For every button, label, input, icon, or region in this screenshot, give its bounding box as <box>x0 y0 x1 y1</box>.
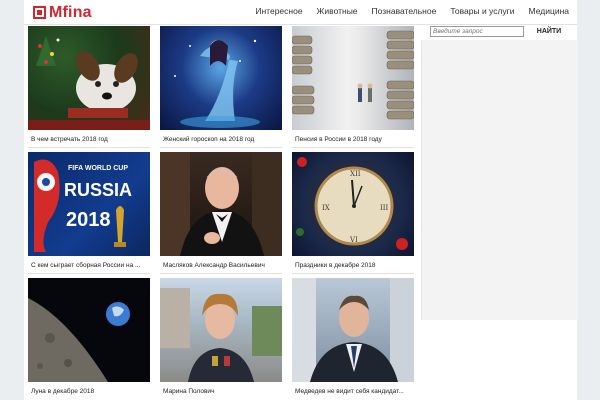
article-caption[interactable]: В чем встречать 2018 год <box>28 136 150 143</box>
article-thumbnail[interactable]: FIFA WORLD CUP RUSSIA 2018 <box>28 152 150 256</box>
main-nav: Интересное Животные Познавательное Товар… <box>241 6 569 16</box>
article-card[interactable]: Луна в декабре 2018 <box>28 278 150 395</box>
article-card[interactable]: Медведев не видит себя кандидат... <box>292 278 414 395</box>
article-thumbnail[interactable] <box>292 278 414 382</box>
nav-item-educational[interactable]: Познавательное <box>372 6 437 16</box>
article-card[interactable]: Женский гороскоп на 2018 год <box>160 26 282 148</box>
article-thumbnail[interactable]: XII III VI IX <box>292 152 414 256</box>
article-card[interactable]: Марина Полович <box>160 278 282 395</box>
article-thumbnail[interactable] <box>160 26 282 130</box>
article-thumbnail[interactable] <box>292 26 414 130</box>
article-caption[interactable]: Масляков Александр Васильевич <box>160 262 282 269</box>
article-card[interactable]: Масляков Александр Васильевич <box>160 152 282 274</box>
article-caption[interactable]: Медведев не видит себя кандидат... <box>292 388 414 395</box>
svg-text:XII: XII <box>350 170 361 178</box>
article-thumbnail[interactable] <box>28 26 150 130</box>
article-card[interactable]: Пенсия в России в 2018 году <box>292 26 414 148</box>
nav-item-interesting[interactable]: Интересное <box>255 6 302 16</box>
card-divider <box>292 273 414 274</box>
site-logo[interactable]: Mfina <box>33 4 92 21</box>
article-caption[interactable]: Луна в декабре 2018 <box>28 388 150 395</box>
logo-icon <box>33 6 46 19</box>
article-card[interactable]: FIFA WORLD CUP RUSSIA 2018 С кем сыграет… <box>28 152 150 274</box>
nav-item-goods[interactable]: Товары и услуги <box>450 6 514 16</box>
logo-text: Mfina <box>49 3 92 21</box>
article-card[interactable]: В чем встречать 2018 год <box>28 26 150 148</box>
search-button[interactable]: НАЙТИ <box>529 26 569 38</box>
article-thumbnail[interactable] <box>160 152 282 256</box>
article-caption[interactable]: Пенсия в России в 2018 году <box>292 136 414 143</box>
article-caption[interactable]: Праздники в декабре 2018 <box>292 262 414 269</box>
svg-text:VI: VI <box>349 236 358 244</box>
article-thumbnail[interactable] <box>160 278 282 382</box>
card-divider <box>160 273 282 274</box>
article-card[interactable]: XII III VI IX Праздники в декабре 2018 <box>292 152 414 274</box>
article-caption[interactable]: Марина Полович <box>160 388 282 395</box>
card-divider <box>292 147 414 148</box>
article-caption[interactable]: С кем сыграет сборная России на ... <box>28 262 150 269</box>
svg-text:III: III <box>380 204 389 212</box>
sidebar <box>421 40 578 320</box>
nav-item-animals[interactable]: Животные <box>317 6 358 16</box>
card-divider <box>28 147 150 148</box>
article-caption[interactable]: Женский гороскоп на 2018 год <box>160 136 282 143</box>
search-input[interactable] <box>430 26 524 37</box>
image-text-fifa: FIFA WORLD CUP <box>68 165 128 172</box>
card-divider <box>160 147 282 148</box>
site-header: Mfina Интересное Животные Познавательное… <box>24 0 577 25</box>
nav-item-medicine[interactable]: Медицина <box>529 6 569 16</box>
image-text-year: 2018 <box>66 209 111 231</box>
article-thumbnail[interactable] <box>28 278 150 382</box>
card-divider <box>28 273 150 274</box>
image-text-russia: RUSSIA <box>64 180 132 200</box>
svg-text:IX: IX <box>322 204 330 212</box>
